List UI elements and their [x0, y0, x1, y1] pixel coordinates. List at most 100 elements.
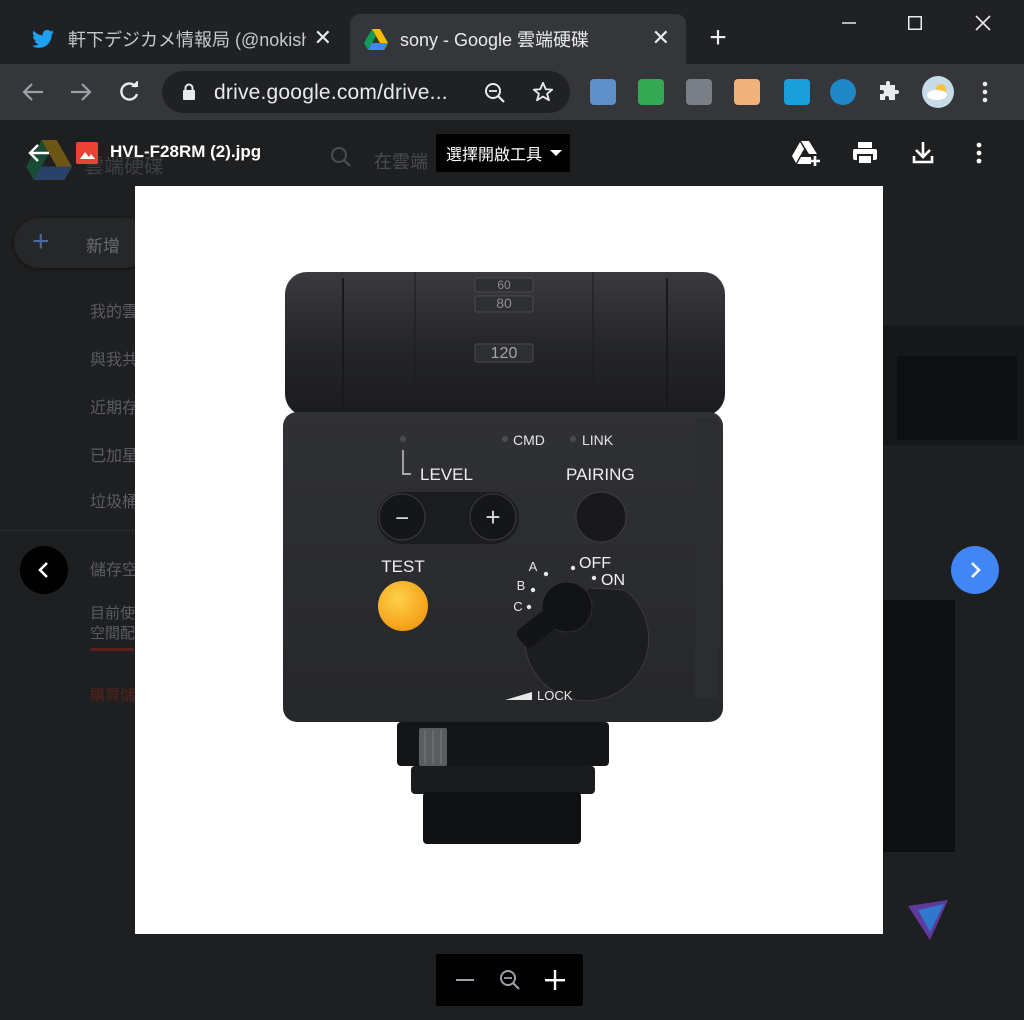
previous-file-button[interactable]	[20, 546, 68, 594]
nav-my-drive[interactable]: 我的雲	[90, 298, 138, 322]
mode-b-label: B	[517, 578, 526, 593]
tab-title: 軒下デジカメ情報局 (@nokishita_camera)	[68, 30, 306, 50]
plus-icon	[544, 970, 565, 990]
close-icon[interactable]: ✕	[652, 26, 670, 50]
minimize-button[interactable]	[826, 8, 872, 38]
google-drive-icon	[364, 28, 388, 50]
nav-trash[interactable]: 垃圾桶	[90, 488, 138, 512]
pairing-button	[575, 491, 627, 543]
browser-toolbar: drive.google.com/drive...	[0, 64, 1024, 120]
open-with-dropdown[interactable]: 選擇開啟工具	[436, 134, 570, 172]
file-name: HVL-F28RM (2).jpg	[110, 142, 262, 161]
nav-storage[interactable]: 儲存空	[90, 556, 138, 580]
on-label: ON	[601, 572, 625, 589]
next-file-button[interactable]	[951, 546, 999, 594]
off-label: OFF	[579, 555, 611, 572]
reload-button[interactable]	[114, 77, 144, 107]
cloud-sun-icon	[927, 84, 947, 100]
buy-storage-link[interactable]: 購買儲	[90, 684, 135, 705]
chevron-right-icon	[971, 562, 981, 578]
add-to-drive-icon	[792, 141, 820, 166]
zoom-reset-button[interactable]	[492, 962, 528, 998]
nav-starred[interactable]: 已加星	[90, 442, 138, 466]
download-icon	[912, 142, 934, 164]
tab-twitter[interactable]: 軒下デジカメ情報局 (@nokishita_camera) ✕	[18, 14, 348, 64]
zoom-label: 80	[496, 295, 512, 311]
link-label: LINK	[582, 432, 614, 448]
flash-product-photo: 60 80 120 CMD LINK LEVEL PAIRING − + TES…	[283, 272, 725, 844]
zoom-out-button[interactable]	[447, 962, 483, 998]
print-icon	[853, 142, 877, 165]
pairing-label: PAIRING	[566, 465, 635, 484]
preview-image: 60 80 120 CMD LINK LEVEL PAIRING − + TES…	[135, 186, 883, 934]
new-button[interactable]: + 新增	[14, 218, 150, 268]
tab-strip: 軒下デジカメ情報局 (@nokishita_camera) ✕ sony - G…	[0, 0, 1024, 64]
nav-shared[interactable]: 與我共	[90, 346, 138, 370]
zoom-label: 60	[497, 278, 511, 292]
zoom-controls	[436, 954, 583, 1006]
minus-label: −	[395, 505, 409, 532]
print-button[interactable]	[850, 138, 880, 168]
plus-icon: +	[32, 225, 50, 258]
browser-menu-button[interactable]	[970, 77, 1000, 107]
puzzle-icon	[880, 81, 899, 100]
level-label: LEVEL	[420, 465, 473, 484]
watermark-logo	[908, 900, 948, 940]
extensions-button[interactable]	[874, 77, 904, 107]
lock-icon	[183, 83, 195, 100]
zoom-out-icon	[499, 970, 520, 990]
more-vert-icon	[976, 142, 982, 164]
twitter-icon	[32, 29, 54, 48]
flash-body	[283, 412, 723, 722]
zoom-in-button[interactable]	[537, 962, 573, 998]
forward-button[interactable]	[66, 77, 96, 107]
zoom-label: 120	[491, 345, 518, 362]
tab-google-drive[interactable]: sony - Google 雲端硬碟 ✕	[350, 14, 686, 64]
close-viewer-button[interactable]	[24, 138, 54, 168]
test-label: TEST	[381, 557, 424, 576]
zoom-icon[interactable]	[484, 82, 506, 104]
close-icon[interactable]: ✕	[314, 26, 332, 50]
minus-icon	[455, 979, 474, 981]
arrow-left-icon	[28, 144, 49, 162]
file-thumbnail-image	[897, 356, 1017, 440]
profile-avatar[interactable]	[922, 76, 954, 108]
extension-face-icon[interactable]	[734, 79, 760, 105]
maximize-button[interactable]	[892, 8, 938, 38]
extension-send-icon[interactable]	[784, 79, 810, 105]
test-button	[378, 581, 428, 631]
caret-down-icon	[550, 150, 563, 156]
extension-docs-icon[interactable]	[590, 79, 616, 105]
extension-mail-icon[interactable]	[638, 79, 664, 105]
arrow-right-icon	[71, 83, 92, 101]
file-thumbnail[interactable]	[883, 600, 955, 852]
cmd-label: CMD	[513, 432, 545, 448]
add-to-drive-button[interactable]	[792, 138, 822, 168]
minimize-icon	[842, 22, 856, 24]
maximize-icon	[908, 16, 922, 30]
download-button[interactable]	[908, 138, 938, 168]
mode-a-label: A	[529, 559, 538, 574]
star-icon[interactable]	[532, 81, 554, 103]
address-bar[interactable]: drive.google.com/drive...	[162, 71, 570, 113]
more-actions-button[interactable]	[964, 138, 994, 168]
mode-c-label: C	[513, 599, 522, 614]
image-file-icon	[76, 142, 98, 164]
storage-quota-text: 空間配	[90, 625, 136, 642]
extension-code-icon[interactable]	[686, 79, 712, 105]
window-close-button[interactable]	[960, 8, 1006, 38]
tab-title: sony - Google 雲端硬碟	[400, 30, 590, 50]
new-tab-button[interactable]: +	[700, 22, 736, 54]
arrow-left-icon	[22, 83, 43, 101]
new-label: 新增	[86, 237, 120, 256]
back-button[interactable]	[18, 77, 48, 107]
storage-used-text: 目前使	[90, 605, 136, 622]
plus-label: +	[485, 502, 500, 532]
close-icon	[975, 15, 991, 31]
extension-search-icon[interactable]	[830, 79, 856, 105]
chevron-left-icon	[38, 562, 48, 578]
storage-bar	[90, 648, 134, 651]
nav-recent[interactable]: 近期存	[90, 394, 138, 418]
lock-label: LOCK	[537, 688, 573, 703]
url-text: drive.google.com/drive...	[214, 81, 448, 104]
